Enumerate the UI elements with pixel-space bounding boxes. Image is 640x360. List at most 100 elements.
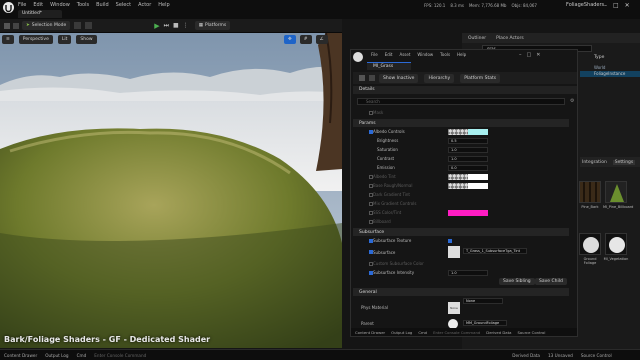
- subsurface-section[interactable]: Subsurface: [353, 228, 569, 236]
- sss-color-swatch[interactable]: [448, 209, 488, 216]
- type-column-header[interactable]: Type: [594, 55, 604, 60]
- lit-button[interactable]: Lit: [57, 35, 72, 44]
- albedo-tint-color[interactable]: [468, 173, 488, 180]
- output-log-button[interactable]: Output Log: [45, 353, 68, 358]
- menu-edit[interactable]: Edit: [33, 2, 43, 8]
- level-viewport[interactable]: ≡ Perspective Lit Show ✥ # ∠ Bark/Foliag…: [0, 33, 342, 348]
- details-search-input[interactable]: Search: [357, 98, 565, 105]
- thumbnail-ground-foliage[interactable]: [579, 233, 601, 255]
- editor-maximize-icon[interactable]: □: [527, 52, 532, 58]
- details-settings-icon[interactable]: ⚙: [570, 98, 574, 104]
- contrast-input[interactable]: 1.0: [448, 155, 488, 162]
- editor-output-log[interactable]: Output Log: [391, 330, 412, 335]
- more-icon[interactable]: ⋮: [183, 22, 189, 29]
- rotate-snap-icon[interactable]: ∠: [315, 35, 328, 44]
- hierarchy-button[interactable]: Hierarchy: [424, 73, 455, 83]
- settings-button[interactable]: Settings: [612, 159, 636, 165]
- content-icon[interactable]: [13, 22, 19, 29]
- editor-cmd[interactable]: Cmd: [418, 330, 427, 335]
- thumbnail-bark[interactable]: [579, 181, 601, 203]
- mask-row: Mask: [353, 108, 569, 117]
- content-drawer-button[interactable]: Content Drawer: [4, 353, 37, 358]
- platforms-button[interactable]: ▦ Platforms: [194, 21, 231, 30]
- video-watermark: Bark/Foliage Shaders - GF - Dedicated Sh…: [4, 335, 211, 344]
- play-icon[interactable]: ▶: [154, 22, 159, 30]
- editor-source-control[interactable]: Source Control: [517, 330, 545, 335]
- perspective-button[interactable]: Perspective: [18, 35, 53, 44]
- albedo-tint-swatch[interactable]: [448, 173, 468, 180]
- menu-tools[interactable]: Tools: [77, 2, 89, 8]
- params-section[interactable]: Params: [353, 119, 569, 127]
- selection-mode-button[interactable]: ➤ Selection Mode: [22, 21, 71, 30]
- platform-stats-button[interactable]: Platform Stats: [460, 73, 501, 83]
- parent-dropdown[interactable]: MM_GroundFoliage: [463, 320, 507, 326]
- close-icon[interactable]: ✕: [625, 2, 630, 9]
- details-tab[interactable]: Details: [353, 86, 577, 94]
- emission-label: Emission: [377, 165, 395, 170]
- show-inactive-button[interactable]: Show Inactive: [379, 73, 419, 83]
- tab-place-actors[interactable]: Place Actors: [496, 36, 524, 41]
- editor-logo-icon: [353, 52, 363, 62]
- editor-menu-window[interactable]: Window: [417, 52, 433, 57]
- base-rough-label: Base Rough/Normal: [373, 183, 413, 188]
- editor-menu-help[interactable]: Help: [457, 52, 466, 57]
- subsurface-dropdown[interactable]: T_Grass_1_SubsurfaceTga_Tint: [463, 248, 527, 254]
- sss-texture-toggle[interactable]: [448, 238, 452, 243]
- grid-snap-icon[interactable]: #: [299, 35, 312, 44]
- menu-build[interactable]: Build: [96, 2, 109, 8]
- tab-outliner[interactable]: Outliner: [468, 36, 486, 41]
- editor-tab[interactable]: MI_Grass: [367, 62, 411, 70]
- menu-actor[interactable]: Actor: [138, 2, 151, 8]
- thumbnail-pine-billboard[interactable]: [605, 181, 627, 203]
- phys-material-row: Phys Material None None: [353, 296, 569, 318]
- editor-content-drawer[interactable]: Content Drawer: [355, 330, 385, 335]
- editor-menu-asset[interactable]: Asset: [399, 52, 410, 57]
- maximize-icon[interactable]: □: [613, 2, 619, 9]
- stop-icon[interactable]: ■: [173, 22, 179, 29]
- menu-help[interactable]: Help: [158, 2, 169, 8]
- unreal-logo-icon[interactable]: [3, 2, 14, 13]
- subsurface-thumbnail[interactable]: [448, 246, 460, 258]
- editor-close-icon[interactable]: ✕: [536, 52, 540, 58]
- editor-console-input[interactable]: Enter Console Command: [433, 330, 480, 335]
- translate-icon[interactable]: ✥: [284, 35, 296, 44]
- save-child-button[interactable]: Save Child: [535, 278, 567, 285]
- cmd-button[interactable]: Cmd: [77, 353, 87, 358]
- save-icon[interactable]: [4, 22, 10, 29]
- menu-select[interactable]: Select: [116, 2, 131, 8]
- brightness-input[interactable]: 0.5: [448, 137, 488, 144]
- project-tab[interactable]: Untitled*: [18, 10, 62, 18]
- source-control-button[interactable]: Source Control: [581, 353, 612, 358]
- editor-menu-edit[interactable]: Edit: [385, 52, 393, 57]
- cinematics-icon[interactable]: [85, 22, 93, 29]
- general-section[interactable]: General: [353, 288, 569, 296]
- sss-intensity-input[interactable]: 1.0: [448, 269, 488, 276]
- minimize-icon[interactable]: –: [604, 2, 607, 9]
- phys-material-thumbnail[interactable]: None: [448, 302, 460, 314]
- editor-derived-data[interactable]: Derived Data: [486, 330, 511, 335]
- editor-save-icon[interactable]: [359, 75, 365, 81]
- editor-browse-icon[interactable]: [369, 75, 375, 81]
- menu-window[interactable]: Window: [50, 2, 70, 8]
- show-button[interactable]: Show: [76, 35, 97, 44]
- editor-menu-file[interactable]: File: [371, 52, 378, 57]
- saturation-input[interactable]: 1.0: [448, 146, 488, 153]
- base-rough-color[interactable]: [468, 182, 488, 189]
- emission-input[interactable]: 0.0: [448, 164, 488, 171]
- unsaved-badge[interactable]: 13 Unsaved: [548, 353, 573, 358]
- albedo-color[interactable]: [468, 128, 488, 135]
- skip-icon[interactable]: ⏭: [164, 22, 169, 30]
- derived-data-button[interactable]: Derived Data: [512, 353, 540, 358]
- thumbnail-vegetation[interactable]: [605, 233, 627, 255]
- phys-material-dropdown[interactable]: None: [463, 298, 503, 304]
- editor-menu-tools[interactable]: Tools: [440, 52, 450, 57]
- base-rough-swatch[interactable]: [448, 182, 468, 189]
- type-instanced[interactable]: FoliageInstance: [580, 71, 640, 77]
- save-sibling-button[interactable]: Save Sibling: [499, 278, 535, 285]
- blueprint-icon[interactable]: [74, 22, 82, 29]
- albedo-swatch[interactable]: [448, 128, 468, 135]
- console-input[interactable]: Enter Console Command: [94, 353, 244, 358]
- menu-file[interactable]: File: [18, 2, 26, 8]
- viewport-menu-button[interactable]: ≡: [2, 35, 14, 44]
- editor-minimize-icon[interactable]: –: [519, 52, 522, 58]
